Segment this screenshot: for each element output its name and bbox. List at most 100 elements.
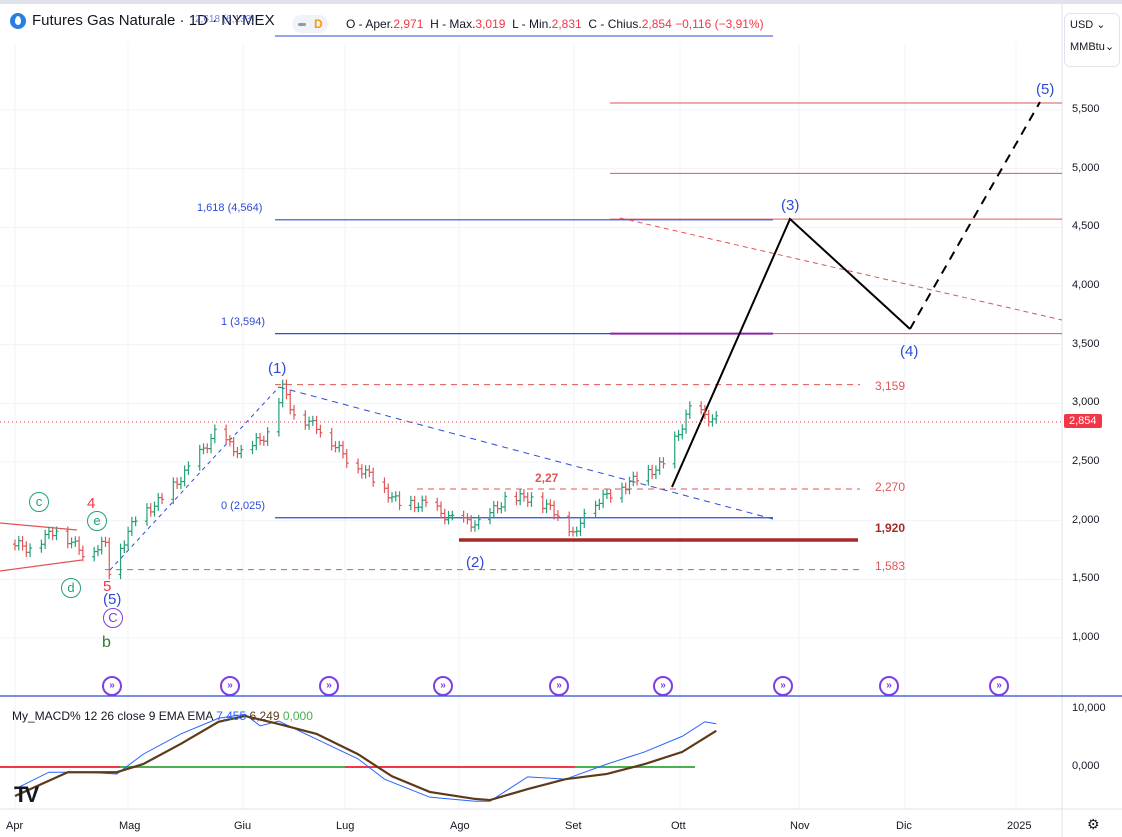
calendar-event-icon[interactable]: »	[773, 676, 793, 696]
time-axis-label: Mag	[119, 820, 141, 832]
price-bar	[144, 503, 149, 526]
price-bar	[488, 507, 493, 525]
price-bar	[653, 465, 658, 480]
price-bar	[224, 424, 229, 445]
price-bar	[231, 437, 236, 457]
interval-toggle[interactable]: D	[292, 15, 328, 33]
price-bar	[518, 489, 523, 506]
calendar-event-icon[interactable]: »	[879, 676, 899, 696]
price-bar	[552, 500, 557, 520]
zero-value: 0,000	[282, 709, 313, 723]
price-bar	[310, 415, 315, 426]
calendar-event-icon[interactable]: »	[433, 676, 453, 696]
currency-select[interactable]: USD ⌄	[1065, 14, 1119, 36]
level-label: 3,159	[875, 379, 906, 393]
price-bar	[340, 440, 345, 459]
price-bar	[291, 405, 296, 420]
price-bar	[514, 491, 519, 506]
price-axis-label: 4,000	[1072, 279, 1100, 291]
currency-value: USD	[1070, 19, 1094, 31]
wave-label: (3)	[781, 197, 800, 214]
price-bar	[197, 444, 202, 471]
currency-unit-selector[interactable]: USD ⌄ MMBtu⌄	[1064, 13, 1120, 67]
price-bar	[333, 441, 338, 453]
price-bar	[186, 461, 191, 475]
price-bar	[687, 401, 692, 419]
triangle-line	[0, 522, 78, 531]
settings-gear-icon[interactable]: ⚙	[1087, 816, 1100, 833]
projection-dashed	[909, 101, 1041, 330]
wave-4-label: 4	[87, 495, 96, 512]
signal-line	[14, 714, 717, 802]
price-bar	[363, 465, 368, 479]
price-bar	[307, 416, 312, 430]
price-bar	[201, 443, 206, 455]
price-bar	[627, 476, 632, 495]
price-bar	[650, 464, 655, 480]
level-label: 1,583	[875, 559, 906, 573]
price-bar	[337, 440, 342, 453]
calendar-event-icon[interactable]: »	[102, 676, 122, 696]
fib-label-2618: 2,618 (6,133)	[195, 14, 255, 25]
time-axis-label: Ott	[671, 820, 686, 832]
wave-5-blue-label: (5)	[103, 591, 122, 608]
price-bar	[397, 491, 402, 511]
calendar-event-icon[interactable]: »	[220, 676, 240, 696]
price-bar	[303, 410, 308, 430]
macd-legend: My_MACD% 12 26 close 9 EMA EMA 7,455 6,2…	[12, 709, 313, 723]
calendar-event-icon[interactable]: »	[989, 676, 1009, 696]
price-bar	[28, 543, 33, 558]
price-bar	[635, 471, 640, 486]
unit-select[interactable]: MMBtu⌄	[1065, 36, 1119, 58]
open-label: O - Aper.	[346, 17, 394, 31]
price-bar	[156, 492, 161, 511]
time-axis-label: Apr	[6, 820, 24, 832]
level-label: 1,920	[875, 521, 906, 535]
price-bar	[593, 500, 598, 519]
price-bar	[495, 500, 500, 514]
calendar-event-icon[interactable]: »	[653, 676, 673, 696]
price-bar	[548, 499, 553, 511]
fib-level-label: 1,618 (4,564)	[197, 201, 263, 214]
time-axis-label: Set	[565, 820, 582, 832]
price-bar	[250, 440, 255, 455]
price-axis-label: 3,000	[1072, 396, 1100, 409]
price-bar	[171, 477, 176, 505]
wave-d-circle: d	[61, 578, 81, 598]
time-axis-label: Giu	[234, 820, 252, 832]
price-bar	[265, 427, 270, 446]
close-label: C - Chius.	[588, 17, 642, 31]
price-bar	[499, 502, 504, 514]
unit-value: MMBtu	[1070, 41, 1105, 53]
price-bar	[103, 536, 108, 548]
price-bar	[442, 508, 447, 525]
signal-value: 6,249	[249, 709, 280, 723]
price-bar	[148, 503, 153, 517]
price-bar	[92, 546, 97, 562]
calendar-event-icon[interactable]: »	[549, 676, 569, 696]
price-bar	[540, 492, 545, 514]
price-bar	[133, 516, 138, 527]
price-bar	[661, 457, 666, 469]
price-bar	[318, 424, 323, 438]
macd-axis-label: 0,000	[1072, 760, 1100, 772]
level-label-mid: 2,27	[535, 471, 559, 485]
price-bar	[356, 458, 361, 474]
price-axis-label: 2,500	[1072, 455, 1100, 467]
price-bar	[212, 424, 217, 444]
price-bar	[408, 495, 413, 511]
price-bar	[619, 482, 624, 503]
price-bar	[205, 443, 210, 454]
price-bar	[710, 414, 715, 427]
calendar-event-icon[interactable]: »	[319, 676, 339, 696]
price-bar	[503, 491, 508, 512]
price-bar	[129, 516, 134, 537]
price-bar	[227, 435, 232, 447]
tradingview-logo[interactable]: TV	[14, 782, 39, 808]
price-bar	[604, 488, 609, 499]
price-bar	[412, 495, 417, 513]
price-bar	[439, 501, 444, 519]
macd-value: 7,455	[216, 709, 247, 723]
price-bar	[118, 543, 123, 580]
price-bar	[623, 482, 628, 495]
